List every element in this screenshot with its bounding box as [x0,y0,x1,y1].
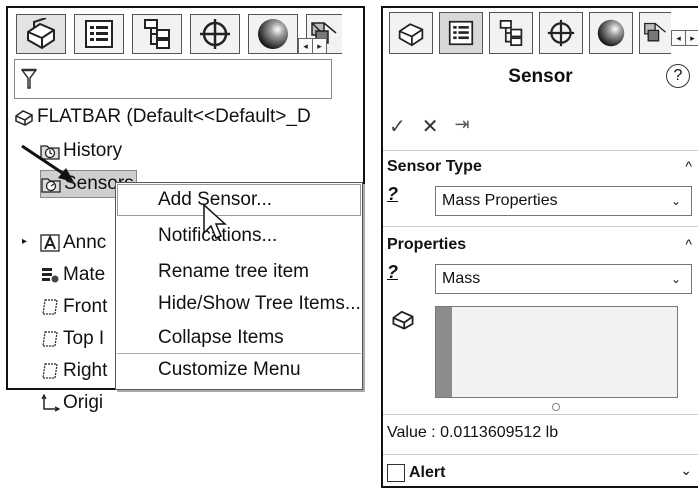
resize-handle-icon[interactable] [551,402,561,412]
property-manager-icon [85,20,113,48]
display-manager-tab[interactable] [589,12,633,54]
menu-item-collapse[interactable]: Collapse Items [158,327,284,349]
sensor-type-help-icon: ? [387,184,398,204]
pointer-arrow-icon [21,144,74,182]
property-manager-tab[interactable] [74,14,124,54]
tab-scroll-arrows: ◂ ▸ [671,30,698,46]
action-bar: ✓ ✕ ⇥ [389,114,470,139]
annotations-icon [40,234,60,252]
plane-icon [42,331,58,347]
tree-item-label: Mate [63,264,106,285]
selection-listbox[interactable] [435,306,678,398]
value-readout: Value : 0.0113609512 lb [387,424,559,441]
part-icon [15,110,33,126]
configuration-manager-tab[interactable] [489,12,533,54]
section-divider [383,226,698,227]
menu-separator [117,353,361,354]
tree-item-label: Top I [63,328,105,349]
ok-button[interactable]: ✓ [389,114,406,139]
display-manager-tab[interactable] [248,14,298,54]
sensor-type-select[interactable]: Mass Properties ⌄ [435,186,692,216]
sensors-tab[interactable] [639,12,671,54]
cancel-button[interactable]: ✕ [422,114,439,139]
help-button[interactable]: ? [666,64,690,88]
tree-item-material[interactable]: Mate [40,262,105,288]
material-icon [42,268,59,283]
alert-checkbox[interactable] [387,464,405,482]
tree-item-label: Origi [63,392,104,413]
property-manager-tab[interactable] [439,12,483,54]
properties-header[interactable]: Properties [387,236,466,254]
sensors-tab-icon [643,22,666,42]
feature-manager-tab[interactable] [389,12,433,54]
sensor-type-header[interactable]: Sensor Type [387,158,482,176]
display-manager-icon [258,19,288,49]
expand-icon[interactable]: ▸ [22,236,27,247]
feature-manager-icon [27,18,55,50]
section-divider [383,414,698,415]
section-divider [383,454,698,455]
properties-help-icon: ? [387,262,398,282]
dimxpert-icon [547,19,575,47]
chevron-down-icon: ⌄ [670,194,681,208]
tree-item-label: Annc [63,232,107,253]
select-value: Mass [442,270,481,287]
expand-caret-icon[interactable]: ⌄ [680,462,692,479]
dimxpert-icon [200,19,230,49]
filter-bar[interactable] [14,59,332,99]
feature-manager-icon [398,23,424,47]
properties-select[interactable]: Mass ⌄ [435,264,692,294]
scroll-left-button[interactable]: ◂ [299,39,312,53]
chevron-down-icon: ⌄ [670,272,681,286]
manager-tab-bar [16,14,342,54]
tree-item-right-plane[interactable]: Right [40,358,107,384]
tree-item-annotations[interactable]: Annc [40,230,106,256]
scroll-right-button[interactable]: ▸ [312,39,326,53]
tree-root-label: FLATBAR (Default<<Default>_D [37,106,311,127]
tree-item-front-plane[interactable]: Front [40,294,107,320]
tab-scroll-arrows: ◂ ▸ [298,38,327,54]
scroll-left-button[interactable]: ◂ [672,31,685,45]
menu-item-customize[interactable]: Customize Menu [158,359,301,381]
feature-manager-tab[interactable] [16,14,66,54]
tree-item-label: Right [63,360,108,381]
select-value: Mass Properties [442,192,558,209]
context-menu: Add Sensor... Notifications... Rename tr… [115,182,363,390]
display-manager-icon [597,19,625,47]
scroll-right-button[interactable]: ▸ [685,31,698,45]
configuration-manager-icon [144,19,170,49]
part-icon [392,310,414,330]
menu-item-rename[interactable]: Rename tree item [158,261,309,283]
tree-item-origin[interactable]: Origi [40,390,103,416]
plane-icon [42,299,58,315]
dimxpert-tab[interactable] [190,14,240,54]
pushpin-button[interactable]: ⇥ [455,114,470,139]
mouse-cursor-icon [203,203,227,239]
dimxpert-tab[interactable] [539,12,583,54]
collapse-caret-icon[interactable]: ^ [685,236,692,252]
alert-toggle[interactable]: Alert [387,464,445,482]
tree-root-item[interactable]: FLATBAR (Default<<Default>_D [14,104,311,130]
property-manager-icon [448,20,474,46]
tree-item-label: Front [63,296,108,317]
menu-item-hide-show[interactable]: Hide/Show Tree Items... [158,293,361,315]
alert-label: Alert [409,464,446,481]
configuration-manager-icon [499,20,523,47]
sensor-property-manager: ◂ ▸ Sensor ? ✓ ✕ ⇥ Sensor Type ^ ? Mass … [381,6,698,488]
tree-item-top-plane[interactable]: Top I [40,326,104,352]
filter-icon[interactable] [21,68,37,90]
selection-color-bar [436,307,452,397]
collapse-caret-icon[interactable]: ^ [685,158,692,174]
plane-icon [42,363,58,379]
origin-icon [41,394,60,412]
configuration-manager-tab[interactable] [132,14,182,54]
manager-tab-bar [389,12,671,54]
page-title: Sensor [508,66,573,87]
section-divider [383,150,698,151]
